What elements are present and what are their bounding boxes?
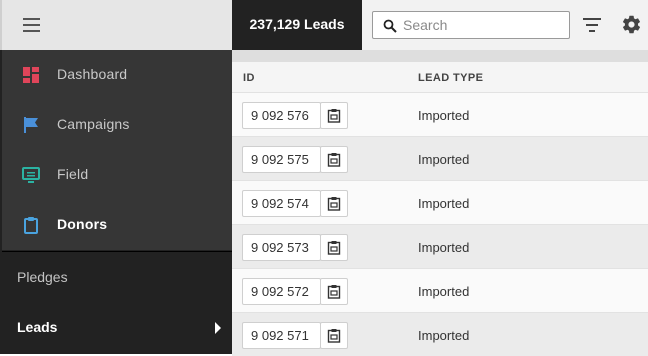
column-header-id[interactable]: ID [243,72,255,84]
sidebar-subitem-leads[interactable]: Leads [2,302,232,352]
copy-button[interactable] [320,234,348,261]
copy-button[interactable] [320,146,348,173]
lead-id-field[interactable]: 9 092 574 [242,190,321,217]
lead-id-field[interactable]: 9 092 573 [242,234,321,261]
clipboard-copy-icon [327,153,341,167]
chevron-right-icon [215,322,221,334]
sidebar-item-donors[interactable]: Donors [2,200,232,250]
sidebar-item-label: Field [57,166,89,182]
sidebar-header [0,0,232,50]
sidebar-item-campaigns[interactable]: Campaigns [2,100,232,150]
dashboard-icon [23,67,39,83]
leads-count: 237,129 Leads [232,0,362,50]
lead-id-field[interactable]: 9 092 575 [242,146,321,173]
lead-type-cell: Imported [418,328,470,343]
copy-button[interactable] [320,278,348,305]
lead-type-cell: Imported [418,240,470,255]
copy-button[interactable] [320,190,348,217]
clipboard-copy-icon [327,329,341,343]
flag-icon [24,117,38,133]
sidebar-item-label: Campaigns [57,116,130,132]
table-row[interactable]: 9 092 572 Imported [232,268,648,312]
clipboard-copy-icon [327,285,341,299]
monitor-icon [22,167,40,183]
clipboard-copy-icon [327,241,341,255]
table-row[interactable]: 9 092 574 Imported [232,180,648,224]
lead-id-field[interactable]: 9 092 571 [242,322,321,349]
lead-type-cell: Imported [418,108,470,123]
lead-id-field[interactable]: 9 092 576 [242,102,321,129]
copy-button[interactable] [320,102,348,129]
column-header-lead-type[interactable]: LEAD TYPE [418,72,483,84]
sidebar-item-field[interactable]: Field [2,150,232,200]
sidebar-subitem-label: Leads [17,319,58,335]
search-icon [383,19,397,33]
sidebar-item-dashboard[interactable]: Dashboard [2,50,232,100]
sidebar-nav: Dashboard Campaigns Field Donors [2,50,232,250]
sidebar-subitem-pledges[interactable]: Pledges [2,252,232,302]
lead-type-cell: Imported [418,196,470,211]
table-row[interactable]: 9 092 571 Imported [232,312,648,356]
clipboard-copy-icon [327,109,341,123]
filter-icon[interactable] [582,15,602,35]
search-box[interactable] [372,11,570,39]
toolbar [362,0,648,50]
lead-type-cell: Imported [418,152,470,167]
table-row[interactable]: 9 092 573 Imported [232,224,648,268]
hamburger-menu-icon[interactable] [23,18,41,32]
sidebar-subitem-label: Pledges [17,269,68,285]
lead-id-field[interactable]: 9 092 572 [242,278,321,305]
lead-type-cell: Imported [418,284,470,299]
toolbar-divider [232,50,648,62]
gear-icon[interactable] [621,14,642,35]
sidebar-item-label: Dashboard [57,66,128,82]
sidebar-item-label: Donors [57,216,108,232]
clipboard-copy-icon [327,197,341,211]
clipboard-icon [24,217,38,234]
table-header: ID LEAD TYPE [232,62,648,92]
search-input[interactable] [403,15,563,35]
sidebar: Dashboard Campaigns Field Donors Pledges… [0,0,232,354]
table-row[interactable]: 9 092 576 Imported [232,92,648,136]
table-row[interactable]: 9 092 575 Imported [232,136,648,180]
copy-button[interactable] [320,322,348,349]
